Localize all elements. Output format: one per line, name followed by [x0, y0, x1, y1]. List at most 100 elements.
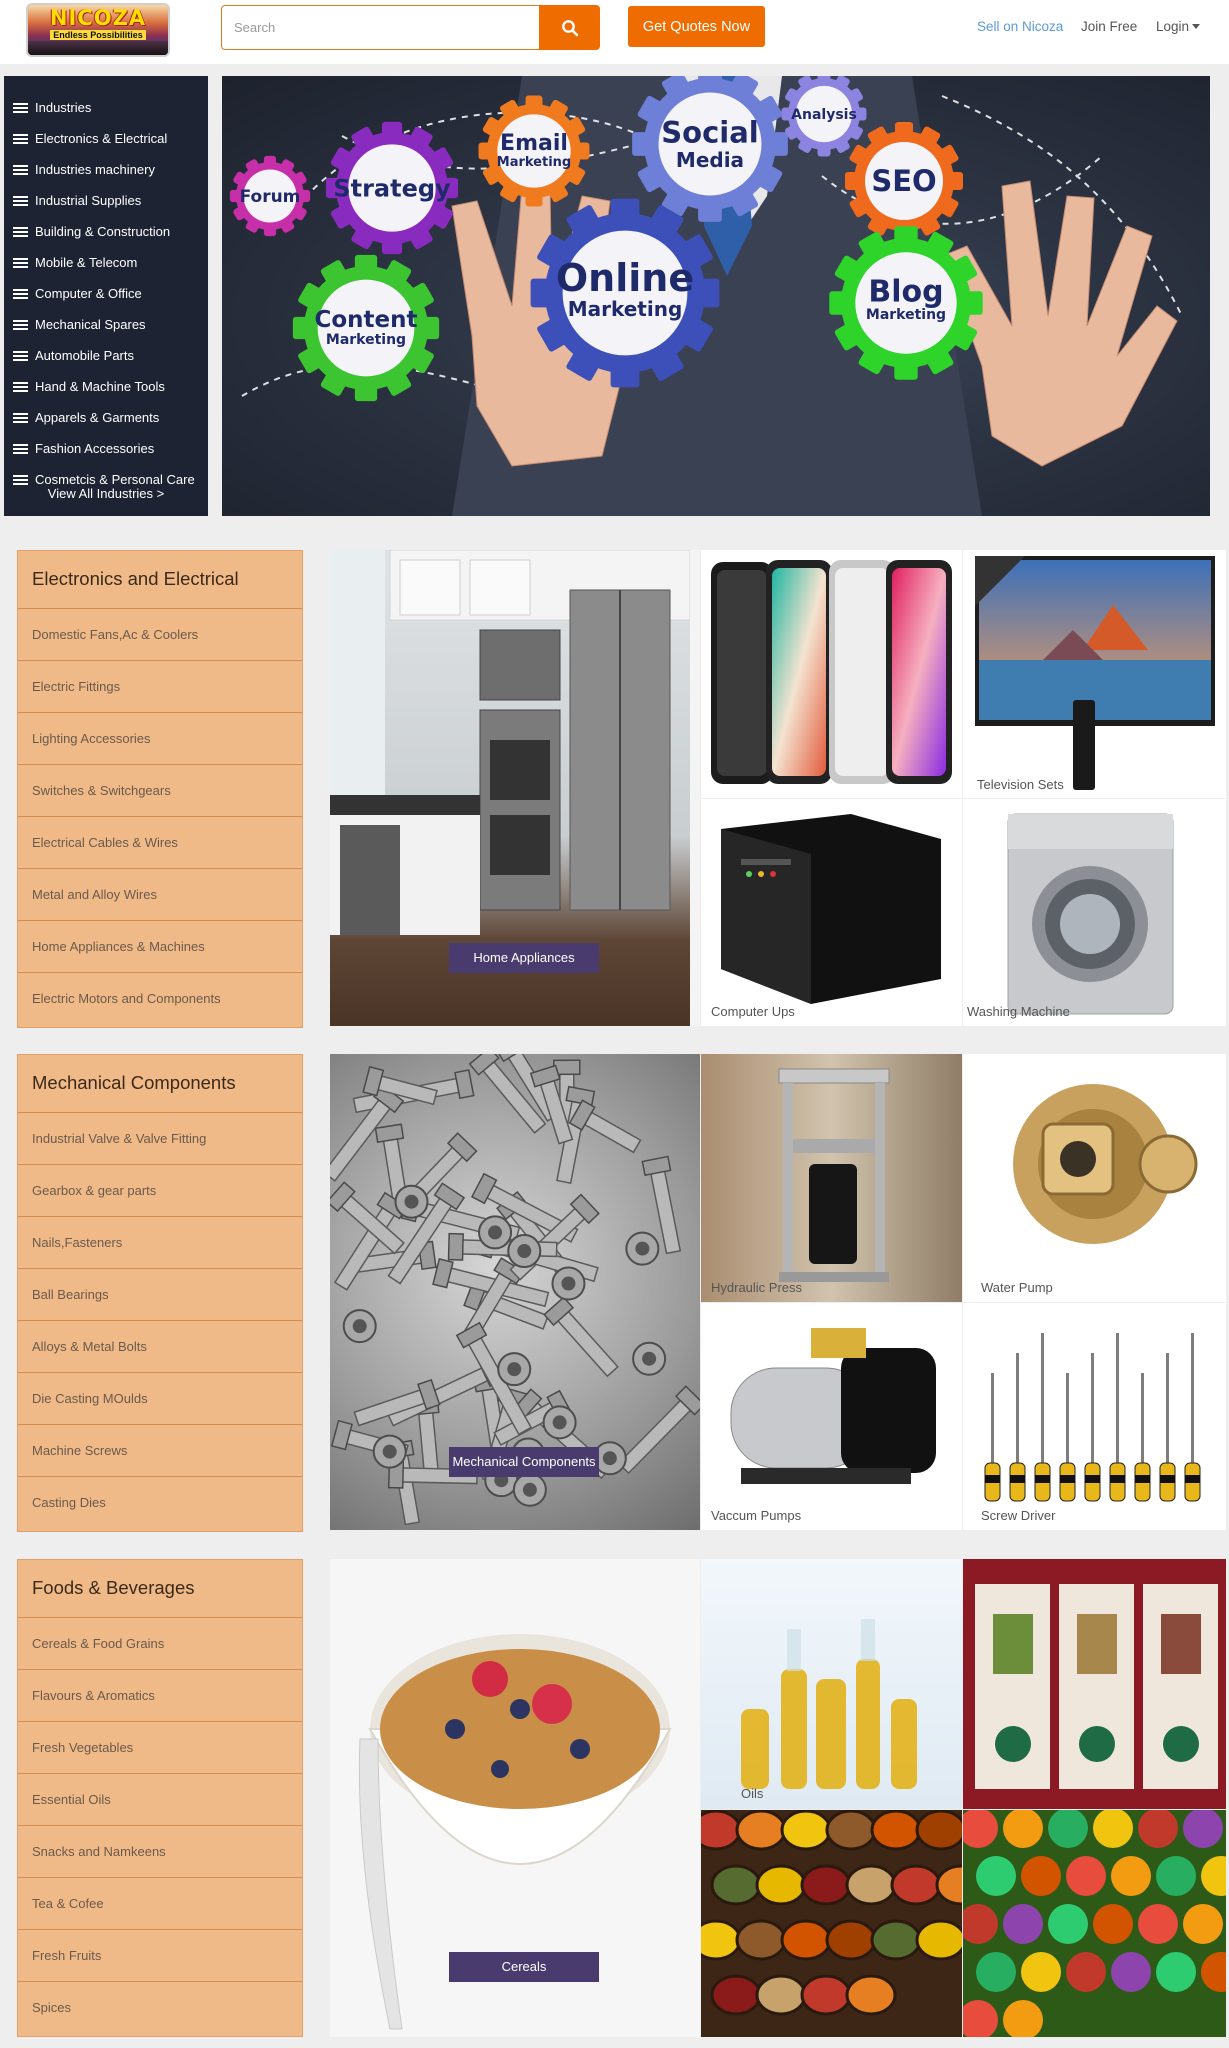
- category-link[interactable]: Fresh Fruits: [18, 1930, 302, 1982]
- tile-spices[interactable]: [701, 1810, 962, 2037]
- sell-link[interactable]: Sell on Nicoza: [977, 19, 1063, 34]
- category-link[interactable]: Die Casting MOulds: [18, 1373, 302, 1425]
- tile-coffee-bags[interactable]: [963, 1559, 1226, 1809]
- category-heading[interactable]: Mechanical Components: [18, 1055, 302, 1113]
- category-link[interactable]: Spices: [18, 1982, 302, 2034]
- category-link[interactable]: Electrical Cables & Wires: [18, 817, 302, 869]
- tile-label: Oils: [741, 1786, 764, 1801]
- category-link[interactable]: Alloys & Metal Bolts: [18, 1321, 302, 1373]
- online-marketing-illustration: Forum StrategyEmailMarketingSocialMediaAn…: [229, 76, 1183, 516]
- tile-oils[interactable]: Oils: [701, 1559, 962, 1809]
- category-link[interactable]: Machine Screws: [18, 1425, 302, 1477]
- gear-title: Forum: [240, 187, 301, 207]
- screwdrivers-image: [984, 1333, 1201, 1502]
- sidebar-item-label: Hand & Machine Tools: [35, 379, 165, 394]
- category-link[interactable]: Flavours & Aromatics: [18, 1670, 302, 1722]
- tile-vaccum-pumps[interactable]: Vaccum Pumps: [701, 1303, 962, 1530]
- sidebar-item-label: Apparels & Garments: [35, 410, 160, 425]
- menu-icon: [13, 196, 28, 206]
- gear-subtitle: Marketing: [497, 155, 571, 170]
- category-link[interactable]: Ball Bearings: [18, 1269, 302, 1321]
- category-link[interactable]: Gearbox & gear parts: [18, 1165, 302, 1217]
- industries-sidebar: Industries Electronics & Electrical Indu…: [4, 76, 208, 516]
- sidebar-item-industries[interactable]: Industries: [4, 92, 208, 123]
- feature-tile-home-appliances[interactable]: Home Appliances: [330, 550, 700, 1026]
- sidebar-item-apparels[interactable]: Apparels & Garments: [4, 402, 208, 433]
- tile-vegetables[interactable]: [963, 1810, 1226, 2037]
- tile-mobile-phones[interactable]: [701, 550, 962, 798]
- search-icon: [561, 19, 578, 36]
- join-free-link[interactable]: Join Free: [1081, 19, 1137, 34]
- menu-icon: [13, 134, 28, 144]
- gear-title: Blog: [868, 275, 943, 310]
- vacuum-pump-image: [730, 1328, 936, 1484]
- ups-device-image: [721, 814, 941, 1004]
- sidebar-item-machinery[interactable]: Industries machinery: [4, 154, 208, 185]
- category-link[interactable]: Casting Dies: [18, 1477, 302, 1529]
- sidebar-item-fashion[interactable]: Fashion Accessories: [4, 433, 208, 464]
- gear-subtitle: Marketing: [326, 332, 406, 348]
- tile-label: Washing Machine: [967, 1004, 1070, 1019]
- gear-title: Email: [500, 131, 568, 156]
- gear-content: ContentMarketing: [292, 254, 440, 402]
- tile-computer-ups[interactable]: Computer Ups: [701, 799, 962, 1026]
- hero-banner[interactable]: Forum Strategy Email Marketing Social Media An…: [222, 76, 1210, 516]
- gear-title: Analysis: [791, 107, 857, 123]
- category-link[interactable]: Metal and Alloy Wires: [18, 869, 302, 921]
- tile-label: Water Pump: [981, 1280, 1053, 1295]
- category-link[interactable]: Nails,Fasteners: [18, 1217, 302, 1269]
- hydraulic-press-image: [778, 1068, 890, 1282]
- get-quotes-button[interactable]: Get Quotes Now: [628, 6, 765, 47]
- sidebar-item-tools[interactable]: Hand & Machine Tools: [4, 371, 208, 402]
- category-heading[interactable]: Foods & Beverages: [18, 1560, 302, 1618]
- view-all-industries-link[interactable]: View All Industries >: [4, 486, 208, 501]
- category-link[interactable]: Snacks and Namkeens: [18, 1826, 302, 1878]
- feature-caption: Mechanical Components: [449, 1447, 599, 1477]
- site-logo[interactable]: NICOZA Endless Possibilities: [26, 3, 170, 57]
- television-image: [975, 556, 1215, 790]
- tile-screw-driver[interactable]: Screw Driver: [963, 1303, 1226, 1530]
- water-pump-image: [1013, 1084, 1198, 1244]
- login-dropdown[interactable]: Login: [1156, 19, 1201, 34]
- tile-television-sets[interactable]: Television Sets: [963, 550, 1226, 798]
- smartphones-image: [711, 560, 952, 784]
- caret-down-icon: [1192, 24, 1201, 29]
- feature-tile-cereals[interactable]: Cereals: [330, 1559, 700, 2037]
- category-link[interactable]: Essential Oils: [18, 1774, 302, 1826]
- category-link[interactable]: Electric Fittings: [18, 661, 302, 713]
- category-link[interactable]: Tea & Cofee: [18, 1878, 302, 1930]
- sidebar-item-automobile[interactable]: Automobile Parts: [4, 340, 208, 371]
- search-input[interactable]: [221, 5, 541, 50]
- tile-hydraulic-press[interactable]: Hydraulic Press: [701, 1054, 962, 1302]
- tile-water-pump[interactable]: Water Pump: [963, 1054, 1226, 1302]
- category-link[interactable]: Industrial Valve & Valve Fitting: [18, 1113, 302, 1165]
- tile-label: Television Sets: [977, 777, 1064, 792]
- category-heading[interactable]: Electronics and Electrical: [18, 551, 302, 609]
- tile-washing-machine[interactable]: Washing Machine: [963, 799, 1226, 1026]
- sidebar-item-label: Industrial Supplies: [35, 193, 142, 208]
- category-link[interactable]: Domestic Fans,Ac & Coolers: [18, 609, 302, 661]
- category-link[interactable]: Home Appliances & Machines: [18, 921, 302, 973]
- feature-tile-mechanical[interactable]: Mechanical Components: [330, 1054, 700, 1530]
- sidebar-item-mobile[interactable]: Mobile & Telecom: [4, 247, 208, 278]
- category-link[interactable]: Switches & Switchgears: [18, 765, 302, 817]
- tile-label: Computer Ups: [711, 1004, 795, 1019]
- gear-title: SEO: [871, 164, 936, 198]
- tile-label: Vaccum Pumps: [711, 1508, 802, 1523]
- menu-icon: [13, 382, 28, 392]
- category-link[interactable]: Fresh Vegetables: [18, 1722, 302, 1774]
- sidebar-item-electronics[interactable]: Electronics & Electrical: [4, 123, 208, 154]
- search-button[interactable]: [539, 5, 600, 50]
- sidebar-item-mechanical[interactable]: Mechanical Spares: [4, 309, 208, 340]
- tile-label: Hydraulic Press: [711, 1280, 803, 1295]
- feature-caption: Home Appliances: [449, 943, 599, 973]
- category-link[interactable]: Lighting Accessories: [18, 713, 302, 765]
- sidebar-item-building[interactable]: Building & Construction: [4, 216, 208, 247]
- category-link[interactable]: Cereals & Food Grains: [18, 1618, 302, 1670]
- site-header: NICOZA Endless Possibilities Get Quotes …: [0, 0, 1229, 64]
- sidebar-item-label: Industries machinery: [35, 162, 155, 177]
- category-link[interactable]: Electric Motors and Components: [18, 973, 302, 1025]
- sidebar-item-industrial-supplies[interactable]: Industrial Supplies: [4, 185, 208, 216]
- sidebar-item-computer[interactable]: Computer & Office: [4, 278, 208, 309]
- sidebar-item-label: Mobile & Telecom: [35, 255, 138, 270]
